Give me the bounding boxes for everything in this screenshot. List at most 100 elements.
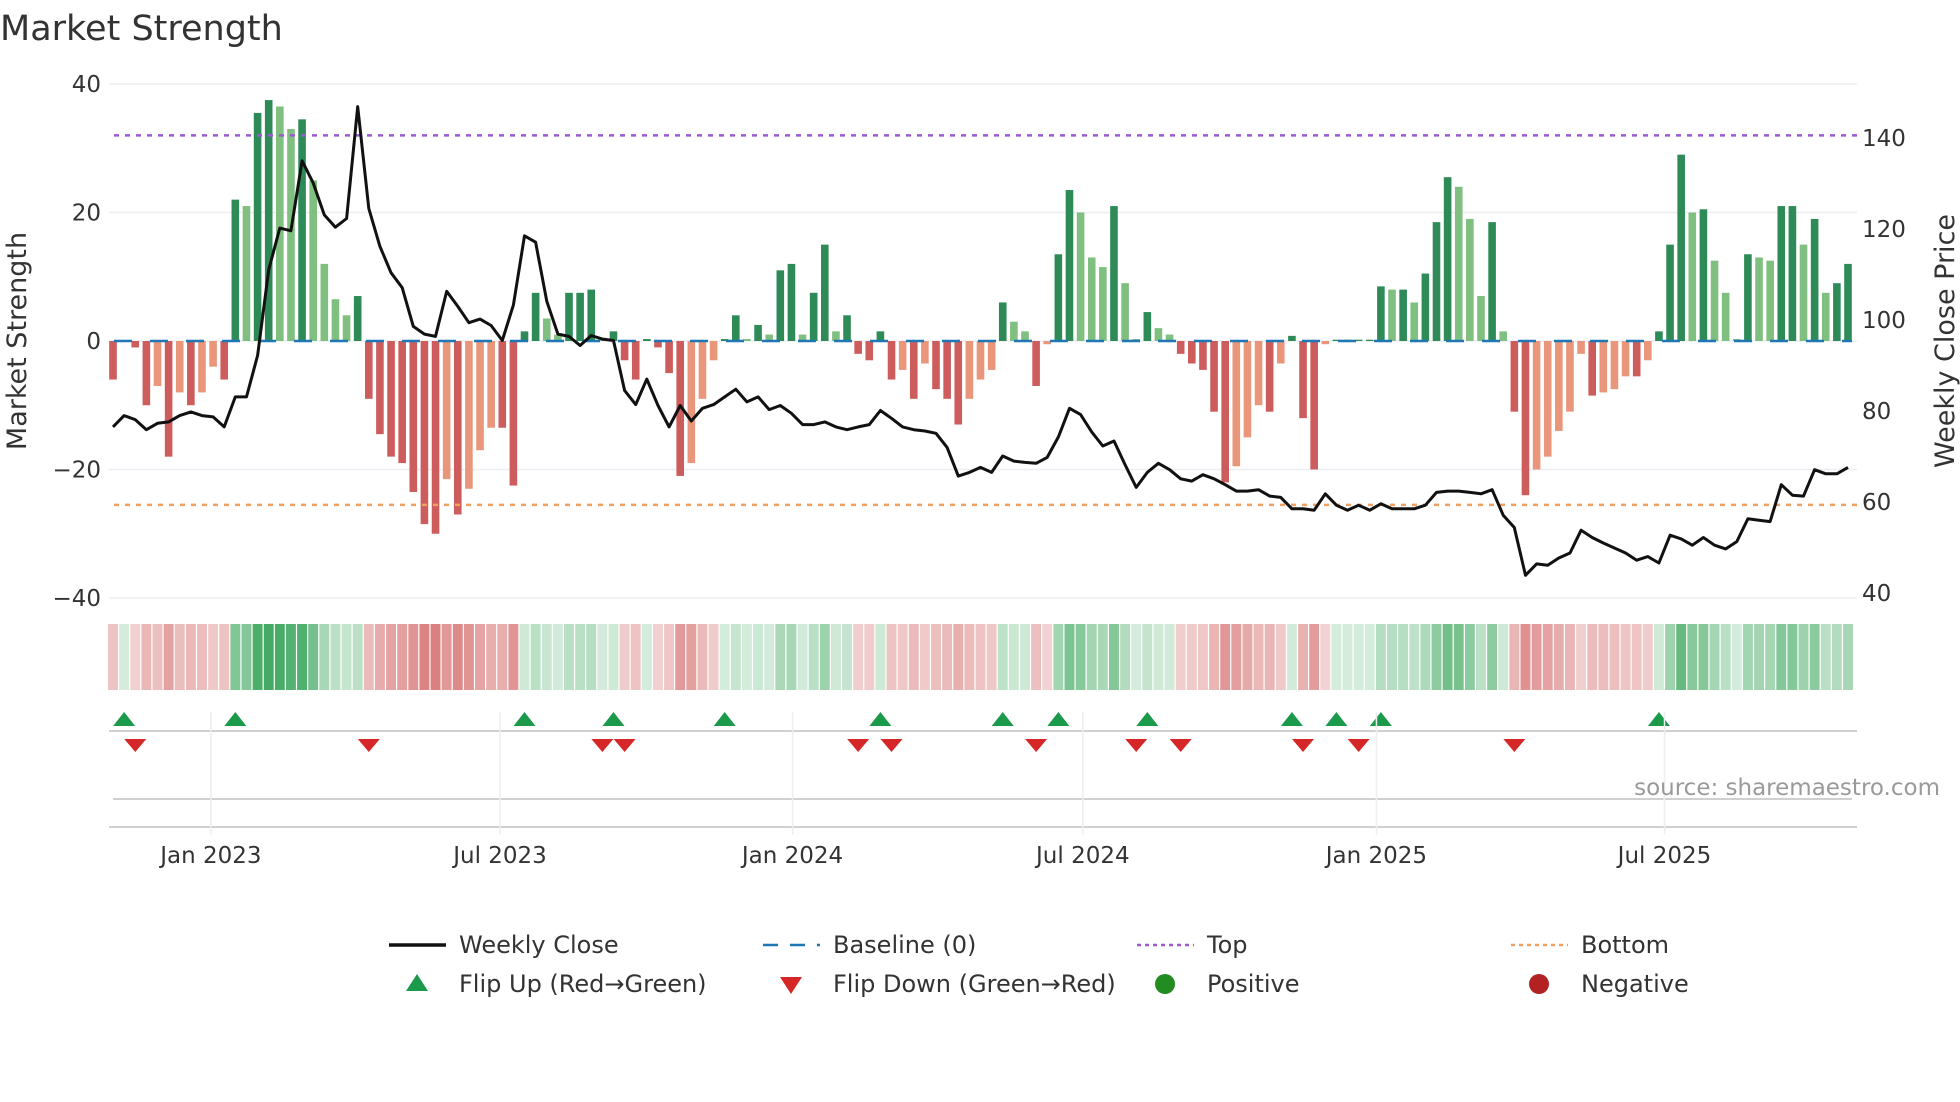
heatmap-cell [1275,624,1286,690]
strength-bar [620,341,629,361]
strength-bar [1466,218,1474,341]
heatmap-cell [1765,624,1776,690]
heatmap-cell [1053,624,1064,690]
legend-label: Negative [1581,970,1689,998]
heatmap-cell [697,624,708,690]
strength-bar [331,299,340,341]
heatmap-cell [1564,624,1575,690]
heatmap-cell [564,624,574,690]
heatmap-cell [1197,624,1208,690]
y2-axis-label: Weekly Close Price [1930,214,1960,468]
x-tick-label: Jul 2025 [1616,843,1712,869]
strength-bar [187,341,195,406]
strength-bar [109,341,117,380]
strength-bar [1677,154,1685,341]
strength-bar [1710,260,1719,341]
strength-bar [943,341,951,399]
strength-bar [209,341,217,367]
flip-down-marker [1025,739,1048,752]
heatmap-cell [1787,624,1798,690]
strength-bar [832,331,840,341]
heatmap-cell [1498,624,1509,690]
heatmap-cell [1476,624,1486,690]
strength-bar [1087,257,1096,341]
heatmap-cell [908,624,919,690]
strength-bar [1621,341,1630,377]
heatmap-cell [1064,624,1075,690]
heatmap-cell [786,624,797,690]
heatmap-cell [842,624,852,690]
strength-bar [576,292,584,341]
heatmap-cell [1687,624,1698,690]
heatmap-cell [185,624,196,690]
heatmap-cell [1253,624,1264,690]
strength-bar [1154,328,1163,341]
strength-bar [409,341,418,492]
heatmap-cell [1442,624,1453,690]
y-tick-label: 40 [72,72,101,98]
heatmap-cell [319,624,330,690]
strength-bar [198,341,206,393]
strength-bar [587,289,596,341]
heatmap-cell [1231,624,1242,690]
heatmap-cell [541,624,552,690]
strength-bar [1488,222,1496,341]
strength-bar [153,341,162,386]
strength-bar [1555,341,1563,431]
strength-bar [887,341,896,380]
strength-bar [1443,177,1452,341]
strength-bar [954,341,963,425]
strength-bar [420,341,429,525]
heatmap-cell [497,624,508,690]
heatmap-cell [1731,624,1742,690]
flip-up-marker [1369,712,1392,726]
market-strength-chart: Market Strength Market Strength Weekly C… [0,9,1960,998]
heatmap-cell [219,624,230,690]
y2-tick-label: 60 [1862,490,1891,516]
strength-bar [1777,206,1786,341]
heatmap-cell [1031,624,1042,690]
legend-label: Positive [1207,970,1300,998]
strength-bar [387,341,395,457]
strength-bar [1432,222,1441,341]
heatmap-cell [552,624,563,690]
x-tick-label: Jan 2025 [1324,843,1427,869]
heatmap-cell [953,624,964,690]
strength-bar [520,331,529,341]
flip-up-marker [224,712,247,726]
strength-bar [665,341,673,374]
triangle-down-icon [780,977,802,994]
heatmap-cell [1286,624,1297,690]
heatmap-cell [108,624,118,690]
heatmap-cell [363,624,374,690]
strength-bar [1365,339,1374,341]
heatmap-cell [1642,624,1653,690]
y-axis-label: Market Strength [2,232,33,450]
strength-bar [1510,341,1519,412]
strength-heatmap-strip [108,624,1853,690]
heatmap-cell [1420,624,1431,690]
strength-bar [698,341,707,399]
legend-label: Bottom [1581,931,1669,959]
strength-bar [1232,341,1241,467]
heatmap-cell [408,624,419,690]
flip-down-marker [591,739,614,752]
heatmap-cell [1542,624,1553,690]
heatmap-cell [263,624,274,690]
strength-bar [776,270,785,341]
x-tick-label: Jan 2024 [740,843,843,869]
strength-bar [1577,341,1585,354]
strength-bar [1521,341,1530,496]
strength-bar [1744,254,1752,341]
strength-bar [1644,341,1652,361]
flip-down-marker [1347,739,1370,752]
y2-tick-label: 100 [1862,308,1906,334]
heatmap-cell [975,624,986,690]
strength-bar [1499,331,1508,341]
heatmap-cell [608,624,619,690]
strength-bar [1399,289,1407,341]
strength-bar [1121,283,1129,341]
heatmap-cell [1598,624,1609,690]
strength-bar [1477,296,1485,341]
strength-bar [1454,186,1463,341]
